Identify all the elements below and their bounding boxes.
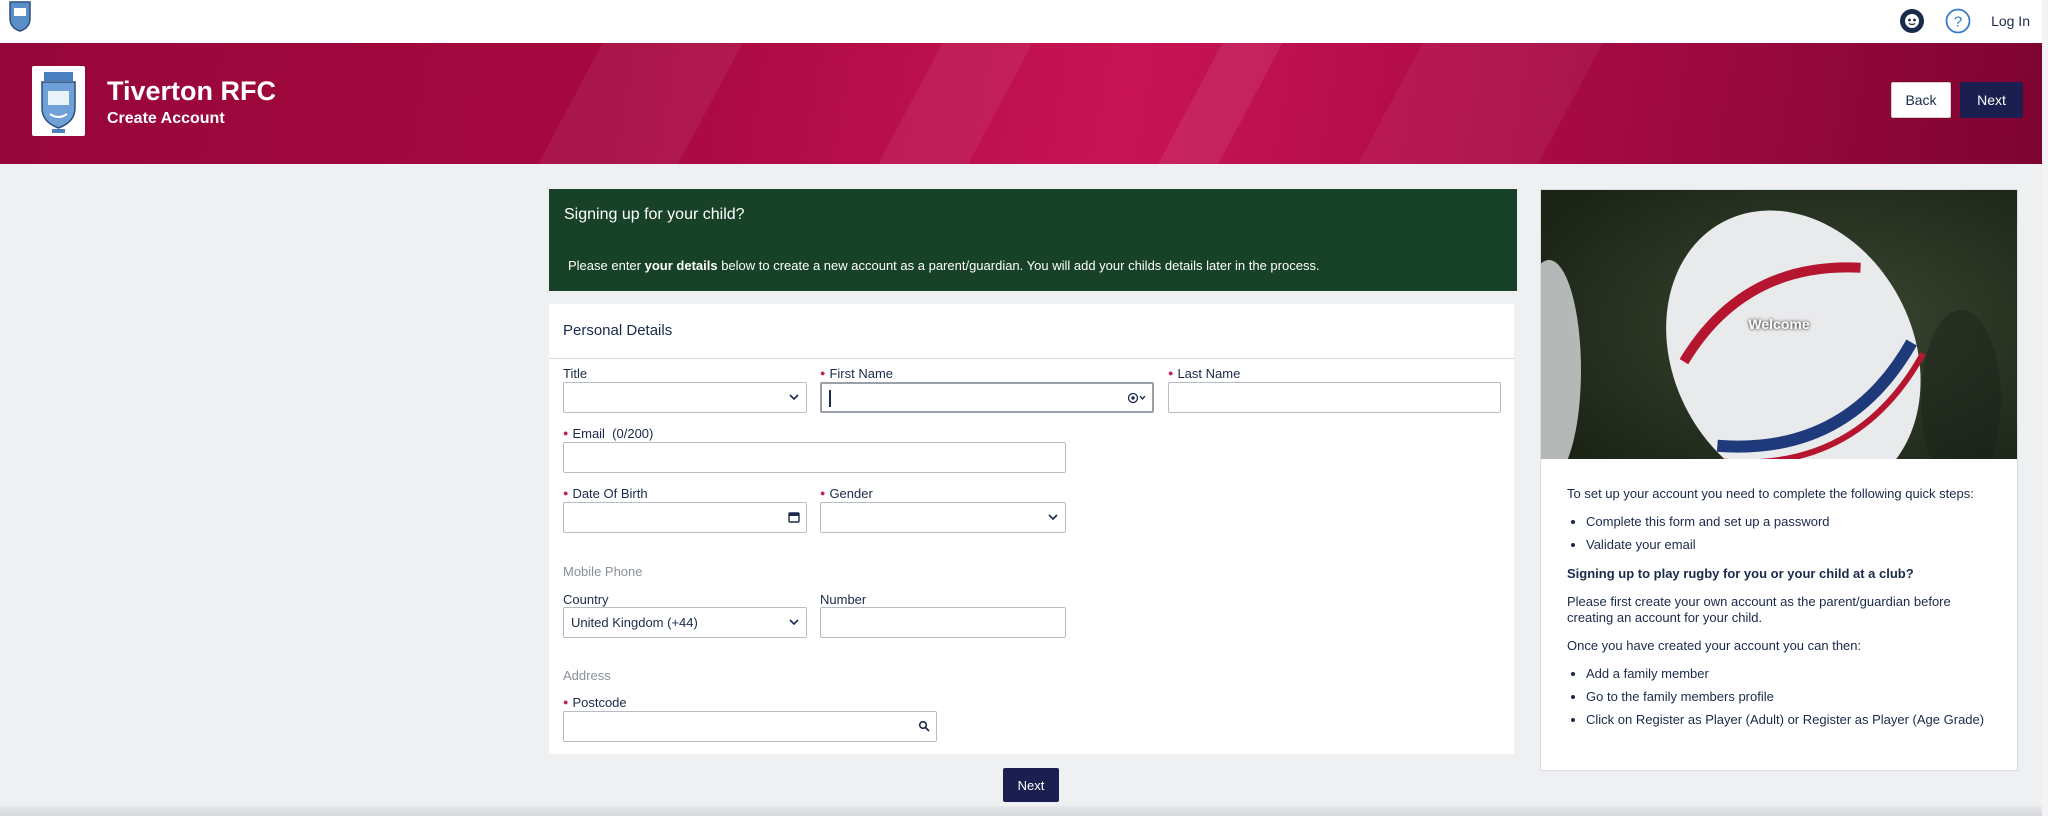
steps-list: Complete this form and set up a password… — [1567, 514, 1997, 553]
club-name: Tiverton RFC — [107, 76, 277, 106]
postcode-label-text: Postcode — [572, 695, 627, 710]
required-marker: ● — [1168, 368, 1174, 378]
list-item: Validate your email — [1586, 537, 1997, 553]
club-crest-logo — [32, 66, 85, 136]
page-bottom-edge — [0, 806, 2042, 816]
last-name-label: ● Last Name — [1168, 366, 1240, 381]
chevron-down-icon — [789, 394, 799, 401]
required-marker: ● — [820, 368, 826, 378]
actions-list: Add a family member Go to the family mem… — [1567, 666, 1997, 728]
list-item: Add a family member — [1586, 666, 1997, 682]
phone-number-input[interactable] — [820, 607, 1066, 638]
required-marker: ● — [563, 697, 569, 707]
bold-heading: Signing up to play rugby for you or your… — [1567, 566, 1914, 581]
banner-decoration — [836, 43, 1054, 164]
list-item: Go to the family members profile — [1586, 689, 1997, 705]
email-input[interactable] — [563, 442, 1066, 473]
info-message-bold: your details — [644, 258, 718, 273]
banner-decoration — [496, 43, 764, 164]
dob-label: ● Date Of Birth — [563, 486, 648, 501]
login-link[interactable]: Log In — [1991, 13, 2030, 29]
first-name-input[interactable] — [820, 382, 1154, 413]
title-label: Title — [563, 366, 587, 381]
rugby-ball-image: Welcome — [1541, 190, 2017, 459]
gender-label-text: Gender — [829, 486, 873, 501]
chevron-down-icon — [1048, 514, 1058, 521]
number-label-text: Number — [820, 592, 867, 607]
info-message: Please enter your details below to creat… — [568, 258, 1320, 273]
list-item: Complete this form and set up a password — [1586, 514, 1997, 530]
autofill-icon[interactable] — [1127, 391, 1147, 405]
next-button[interactable]: Next — [1960, 82, 2023, 118]
child-signup-info-box: Signing up for your child? Please enter … — [549, 189, 1517, 291]
last-name-input[interactable] — [1168, 382, 1501, 413]
help-icon[interactable]: ? — [1945, 8, 1971, 34]
page-header-banner: Tiverton RFC Create Account Back Next — [0, 43, 2042, 164]
svg-text:?: ? — [1954, 14, 1962, 31]
club-crest-icon — [41, 72, 76, 133]
section-divider — [549, 358, 1514, 359]
postcode-label: ● Postcode — [563, 695, 627, 710]
banner-decoration — [1116, 43, 1304, 164]
first-name-label-text: First Name — [829, 366, 893, 381]
country-value: United Kingdom (+44) — [571, 615, 698, 630]
title-label-text: Title — [563, 366, 588, 381]
paragraph: Please first create your own account as … — [1567, 594, 1951, 625]
paragraph: Once you have created your account you c… — [1567, 638, 1862, 653]
first-name-label: ● First Name — [820, 366, 893, 381]
text-caret — [829, 390, 831, 407]
number-label: Number — [820, 592, 866, 607]
welcome-text: To set up your account you need to compl… — [1567, 486, 1997, 741]
country-label-text: Country — [563, 592, 609, 607]
address-group-label: Address — [563, 668, 611, 683]
country-select[interactable]: United Kingdom (+44) — [563, 607, 807, 638]
required-marker: ● — [563, 428, 569, 438]
info-message-prefix: Please enter — [568, 258, 645, 273]
page-subtitle: Create Account — [107, 110, 225, 127]
welcome-heading: Welcome — [1748, 316, 1810, 332]
email-label: ● Email (0/200) — [563, 426, 653, 441]
back-button[interactable]: Back — [1891, 82, 1951, 118]
personal-details-form: Personal Details Title ● First Name ● Last… — [549, 304, 1514, 754]
info-message-suffix: below to create a new account as a paren… — [717, 258, 1320, 273]
chevron-down-icon — [789, 619, 799, 626]
list-item: Click on Register as Player (Adult) or R… — [1586, 712, 1997, 728]
postcode-input[interactable] — [563, 711, 937, 742]
required-marker: ● — [820, 488, 826, 498]
search-icon[interactable] — [918, 720, 930, 732]
country-label: Country — [563, 592, 609, 607]
section-title: Personal Details — [563, 322, 673, 339]
required-marker: ● — [563, 488, 569, 498]
title-select[interactable] — [563, 382, 807, 413]
next-button-bottom[interactable]: Next — [1003, 768, 1059, 802]
welcome-side-panel: Welcome To set up your account you need … — [1540, 189, 2018, 771]
top-bar-actions: ? Log In — [1899, 4, 2030, 38]
scrollbar[interactable] — [2042, 0, 2048, 816]
accessibility-icon[interactable] — [1899, 8, 1925, 34]
top-bar: ? Log In — [0, 0, 2042, 43]
email-label-text: Email (0/200) — [572, 426, 654, 441]
club-crest-small-icon[interactable] — [8, 0, 32, 32]
banner-decoration — [1316, 43, 1624, 164]
gender-label: ● Gender — [820, 486, 873, 501]
last-name-label-text: Last Name — [1177, 366, 1241, 381]
date-of-birth-input[interactable] — [563, 502, 807, 533]
dob-label-text: Date Of Birth — [572, 486, 648, 501]
gender-select[interactable] — [820, 502, 1066, 533]
calendar-icon[interactable] — [788, 511, 800, 523]
mobile-phone-group-label: Mobile Phone — [563, 564, 643, 579]
info-heading: Signing up for your child? — [564, 206, 745, 223]
intro-text: To set up your account you need to compl… — [1567, 486, 1974, 501]
